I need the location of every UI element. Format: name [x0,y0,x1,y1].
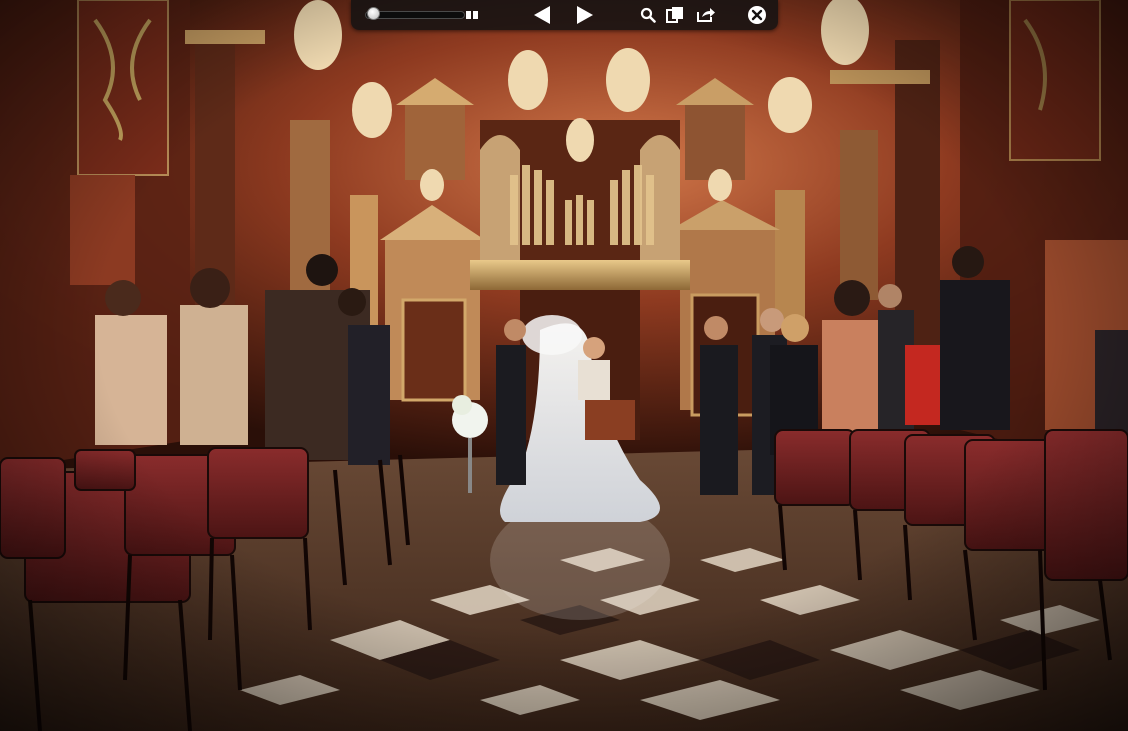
share-icon[interactable] [696,6,716,23]
zoom-slider-track[interactable] [365,11,465,19]
play-slideshow-icon[interactable] [575,4,595,26]
previous-arrow-icon[interactable] [532,4,552,26]
grid-thumbnails-icon[interactable] [465,9,479,21]
close-icon[interactable] [747,5,767,25]
index-sheet-icon[interactable] [666,6,684,23]
zoom-slider-thumb[interactable] [367,7,380,20]
magnifier-icon[interactable] [640,7,656,23]
viewer-toolbar [351,0,778,30]
wedding-photo [0,0,1128,731]
